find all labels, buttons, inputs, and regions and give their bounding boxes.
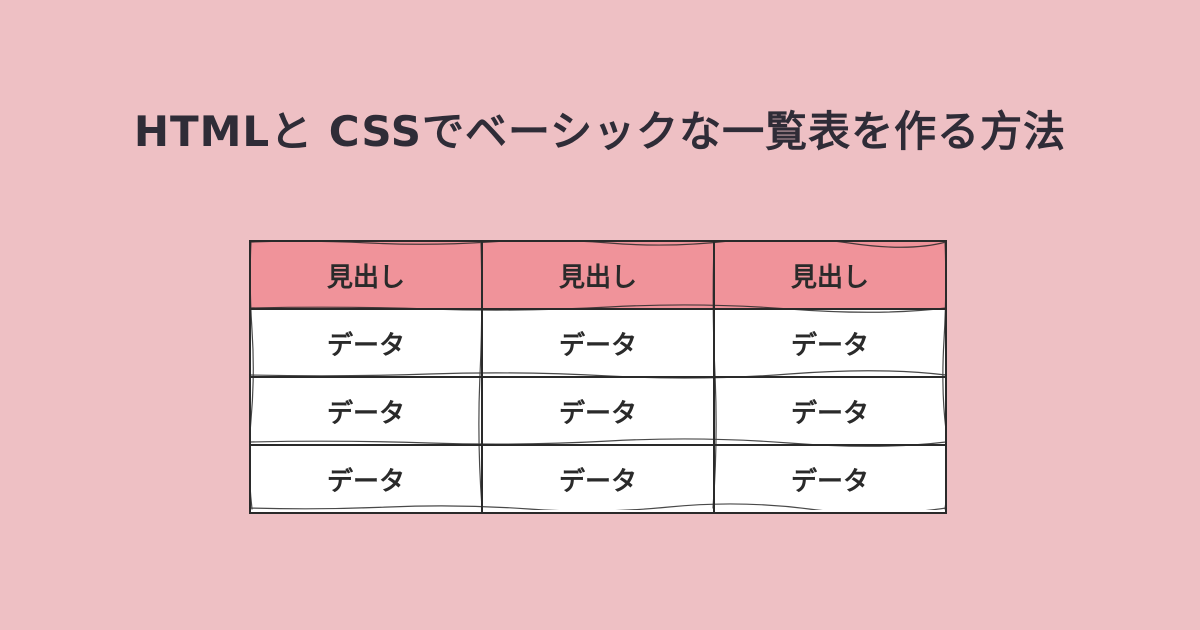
table-cell: データ — [713, 376, 947, 446]
table-header-row: 見出し 見出し 見出し — [249, 240, 947, 310]
table-header-cell: 見出し — [481, 240, 715, 310]
table-cell: データ — [481, 444, 715, 514]
table-cell: データ — [481, 376, 715, 446]
table-cell: データ — [481, 308, 715, 378]
table-header-cell: 見出し — [713, 240, 947, 310]
table-cell: データ — [249, 376, 483, 446]
table-row: データ データ データ — [249, 308, 947, 378]
table-cell: データ — [713, 308, 947, 378]
data-table-container: 見出し 見出し 見出し データ データ データ データ データ データ データ … — [249, 240, 947, 514]
table-row: データ データ データ — [249, 444, 947, 514]
page-title: HTMLと CSSでベーシックな一覧表を作る方法 — [133, 107, 1067, 156]
table-header-cell: 見出し — [249, 240, 483, 310]
table-cell: データ — [249, 444, 483, 514]
table-cell: データ — [713, 444, 947, 514]
data-table: 見出し 見出し 見出し データ データ データ データ データ データ データ … — [249, 240, 947, 514]
table-row: データ データ データ — [249, 376, 947, 446]
table-cell: データ — [249, 308, 483, 378]
